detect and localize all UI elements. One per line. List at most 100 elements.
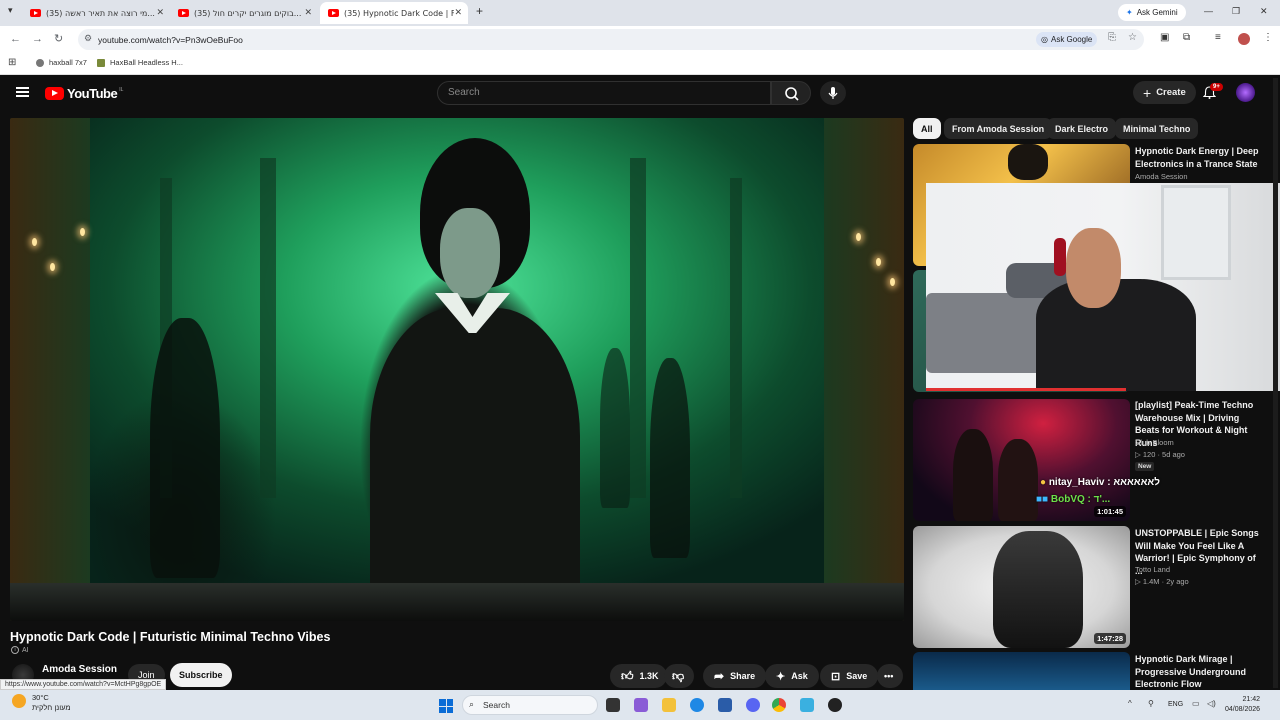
chrome-menu-icon[interactable]: ⋮ bbox=[1263, 32, 1273, 43]
chip-dark-electro[interactable]: Dark Electro bbox=[1047, 118, 1117, 139]
bookmark-item[interactable]: haxball 7x7 bbox=[36, 58, 87, 67]
search-input[interactable] bbox=[448, 87, 748, 98]
page-scrollbar[interactable] bbox=[1273, 78, 1278, 688]
task-view-icon[interactable] bbox=[606, 698, 620, 712]
store-icon[interactable] bbox=[718, 698, 732, 712]
back-arrow-icon[interactable]: ← bbox=[10, 33, 21, 45]
video-scene-dj-decks bbox=[10, 583, 904, 621]
input-language[interactable]: ENG bbox=[1168, 701, 1183, 708]
more-actions-button[interactable]: ••• bbox=[877, 664, 903, 688]
chrome-icon[interactable] bbox=[772, 698, 786, 712]
like-button[interactable]: 👍︎ 1.3K bbox=[610, 664, 667, 688]
teams-icon[interactable] bbox=[634, 698, 648, 712]
volume-icon[interactable]: ◁) bbox=[1207, 699, 1216, 708]
media-controls-icon[interactable]: ≡ bbox=[1215, 32, 1221, 43]
clock-date: 04/08/2026 bbox=[1225, 706, 1261, 713]
ask-google-button[interactable]: ◎ Ask Google bbox=[1036, 32, 1098, 47]
app-icon[interactable] bbox=[800, 698, 814, 712]
bookmark-star-icon[interactable]: ☆ bbox=[1128, 32, 1137, 43]
logo-text: YouTube bbox=[67, 86, 118, 101]
thumbs-down-icon: 👎︎ bbox=[672, 668, 685, 683]
rec-channel[interactable]: Club Bloom bbox=[1135, 438, 1174, 447]
rec-channel[interactable]: Amoda Session bbox=[1135, 172, 1188, 181]
share-button[interactable]: ➦ Share bbox=[703, 664, 767, 688]
video-duration: 1:47:28 bbox=[1094, 633, 1126, 644]
ai-label: AI bbox=[22, 646, 29, 654]
channel-name[interactable]: Amoda Session bbox=[42, 664, 117, 675]
extensions-puzzle-icon[interactable]: ⧉ bbox=[1183, 32, 1190, 43]
ask-gemini-button[interactable]: ✦ Ask Gemini bbox=[1118, 4, 1186, 21]
menu-hamburger-icon[interactable] bbox=[16, 87, 29, 97]
chip-minimal-techno[interactable]: Minimal Techno bbox=[1115, 118, 1199, 139]
reload-icon[interactable]: ↻ bbox=[54, 32, 63, 45]
weather-widget[interactable]: 30°C מעונן חלקית bbox=[32, 693, 71, 713]
restore-icon[interactable]: ❐ bbox=[1232, 6, 1240, 17]
globe-icon bbox=[36, 58, 44, 67]
bookmark-item[interactable]: HaxBall Headless H... bbox=[97, 58, 183, 67]
new-badge: New bbox=[1135, 462, 1155, 471]
weather-sun-icon[interactable] bbox=[12, 694, 26, 708]
save-button[interactable]: ⊡ Save bbox=[820, 664, 879, 688]
apps-grid-icon[interactable]: ⊞ bbox=[8, 57, 16, 68]
ask-google-label: Ask Google bbox=[1050, 35, 1093, 44]
browser-tab-strip: (35) מי רוצה את תאיר ראשה... ✕ (35) בוקי… bbox=[0, 0, 1280, 26]
close-tab-icon[interactable]: ✕ bbox=[156, 8, 164, 18]
chat-text: BobVQ : ד'... bbox=[1050, 494, 1111, 505]
rec-title[interactable]: Hypnotic Dark Energy | Deep Electronics … bbox=[1135, 145, 1260, 170]
extension-icon[interactable]: ▣ bbox=[1160, 32, 1169, 43]
account-avatar[interactable] bbox=[1236, 83, 1255, 102]
subscribe-button[interactable]: Subscribe bbox=[170, 663, 232, 687]
tab-title: (35) Hypnotic Dark Code | F... bbox=[344, 8, 454, 18]
system-clock[interactable]: 21:42 04/08/2026 bbox=[1225, 695, 1260, 715]
rec-title[interactable]: Hypnotic Dark Mirage | Progressive Under… bbox=[1135, 653, 1260, 691]
ai-content-badge: i AI bbox=[11, 646, 29, 654]
taskbar-search[interactable]: ⌕ Search bbox=[462, 695, 598, 715]
bookmark-label: HaxBall Headless H... bbox=[110, 58, 183, 67]
tray-app-icon[interactable]: ⚲ bbox=[1148, 699, 1154, 708]
windows-start-icon[interactable] bbox=[439, 699, 453, 713]
webcam-overlay bbox=[926, 183, 1280, 391]
network-icon[interactable]: ▭ bbox=[1192, 699, 1200, 708]
chip-from-channel[interactable]: From Amoda Session bbox=[944, 118, 1053, 139]
address-bar[interactable]: ⚙ youtube.com/watch?v=Pn3wOeBuFoo ◎ Ask … bbox=[78, 29, 1144, 50]
video-scene-pillar bbox=[730, 178, 742, 498]
save-bookmark-icon: ⊡ bbox=[831, 670, 841, 683]
forward-arrow-icon[interactable]: → bbox=[32, 33, 43, 45]
ask-button[interactable]: ✦ Ask bbox=[765, 664, 819, 688]
browser-tab-active[interactable]: (35) Hypnotic Dark Code | F... ✕ bbox=[320, 2, 468, 24]
edge-icon[interactable] bbox=[690, 698, 704, 712]
tab-title: (35) בוקים מוגרים יקרים חול... bbox=[194, 8, 302, 18]
dislike-button[interactable]: 👎︎ bbox=[664, 664, 694, 688]
rec-channel[interactable]: Totto Land bbox=[1135, 565, 1170, 574]
ask-gemini-label: Ask Gemini bbox=[1136, 8, 1178, 17]
youtube-logo[interactable]: YouTube IL bbox=[45, 86, 123, 101]
video-scene-dancer bbox=[600, 348, 630, 508]
close-tab-icon[interactable]: ✕ bbox=[454, 8, 462, 18]
browser-tab[interactable]: (35) מי רוצה את תאיר ראשה... ✕ bbox=[22, 2, 170, 24]
browser-tab[interactable]: (35) בוקים מוגרים יקרים חול... ✕ bbox=[170, 2, 318, 24]
search-icon: ⌕ bbox=[469, 699, 475, 709]
chip-all[interactable]: All bbox=[913, 118, 941, 139]
search-icon bbox=[785, 87, 799, 101]
tray-chevron-icon[interactable]: ^ bbox=[1128, 699, 1132, 708]
rec-thumbnail[interactable] bbox=[913, 652, 1130, 690]
search-button[interactable] bbox=[771, 81, 811, 105]
voice-search-button[interactable] bbox=[820, 81, 846, 105]
site-info-icon[interactable]: ⚙ bbox=[84, 33, 92, 44]
close-window-icon[interactable]: ✕ bbox=[1260, 6, 1268, 17]
new-tab-plus-icon[interactable]: + bbox=[476, 4, 483, 18]
more-horizontal-icon: ••• bbox=[884, 671, 894, 681]
discord-icon[interactable] bbox=[746, 698, 760, 712]
minimize-icon[interactable]: — bbox=[1204, 6, 1213, 16]
video-player[interactable] bbox=[10, 118, 904, 621]
tab-search-icon[interactable]: ▾ bbox=[8, 5, 13, 16]
file-explorer-icon[interactable] bbox=[662, 698, 676, 712]
rec-thumbnail[interactable]: 1:47:28 bbox=[913, 526, 1130, 648]
candle-light bbox=[50, 263, 55, 271]
close-tab-icon[interactable]: ✕ bbox=[304, 8, 312, 18]
youtube-favicon-icon bbox=[30, 9, 41, 17]
app-icon[interactable] bbox=[828, 698, 842, 712]
profile-avatar-icon[interactable] bbox=[1238, 33, 1250, 45]
create-button[interactable]: + Create bbox=[1133, 81, 1196, 104]
install-app-icon[interactable]: ⎘ bbox=[1108, 32, 1116, 43]
